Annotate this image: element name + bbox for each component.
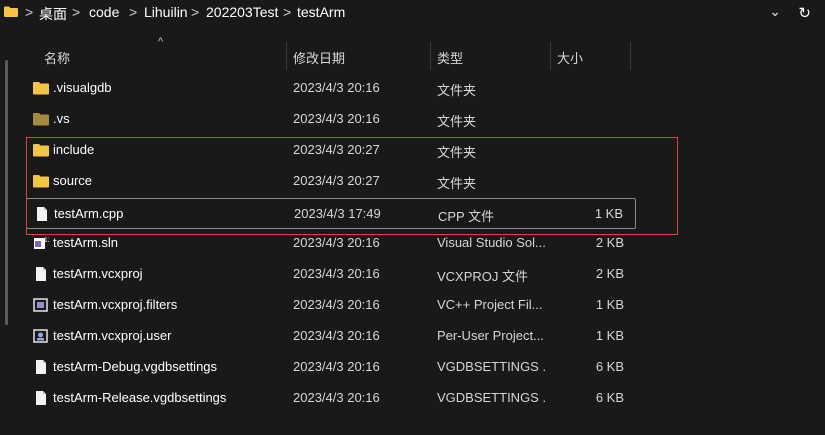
file-icon [36, 360, 46, 374]
file-name: testArm.vcxproj.user [53, 328, 172, 343]
file-icon [36, 267, 46, 281]
file-modified: 2023/4/3 20:16 [293, 235, 380, 250]
chevron-down-icon[interactable]: ⌄ [769, 3, 781, 20]
file-modified: 2023/4/3 20:16 [293, 390, 380, 405]
file-modified: 2023/4/3 20:16 [293, 80, 380, 95]
filters-file-icon [33, 298, 48, 312]
file-name: .visualgdb [53, 80, 112, 95]
folder-icon [33, 175, 49, 188]
file-icon [36, 391, 46, 405]
file-name: testArm.sln [53, 235, 119, 250]
file-name: testArm-Release.vgdbsettings [53, 390, 227, 405]
breadcrumb-item-code[interactable]: code [89, 4, 119, 20]
file-modified: 2023/4/3 20:16 [293, 328, 380, 343]
file-row[interactable]: testArm.cpp 2023/4/3 17:49 CPP 文件 1 KB [26, 198, 636, 229]
breadcrumb-separator: > [25, 4, 34, 20]
file-row[interactable]: source 2023/4/3 20:27 文件夹 [26, 166, 636, 197]
file-row[interactable]: testArm.vcxproj.user 2023/4/3 20:16 Per-… [26, 321, 636, 352]
file-name: testArm-Debug.vgdbsettings [53, 359, 218, 374]
file-type: 文件夹 [437, 114, 477, 129]
file-name: testArm.cpp [54, 206, 124, 221]
file-type: 文件夹 [437, 145, 477, 160]
file-icon [37, 207, 47, 221]
file-modified: 2023/4/3 20:16 [293, 111, 380, 126]
column-header-type[interactable]: 类型 [431, 42, 549, 70]
file-row[interactable]: testArm-Debug.vgdbsettings 2023/4/3 20:1… [26, 352, 636, 383]
file-type: 文件夹 [437, 83, 477, 98]
user-file-icon [33, 329, 48, 343]
file-name: testArm.vcxproj [53, 266, 143, 281]
file-type: VGDBSETTINGS ... [437, 359, 545, 374]
file-row[interactable]: .visualgdb 2023/4/3 20:16 文件夹 [26, 73, 636, 104]
file-modified: 2023/4/3 20:16 [293, 266, 380, 281]
file-row[interactable]: testArm.vcxproj.filters 2023/4/3 20:16 V… [26, 290, 636, 321]
file-row[interactable]: 12 testArm.sln 2023/4/3 20:16 Visual Stu… [26, 228, 636, 259]
file-name: testArm.vcxproj.filters [53, 297, 178, 312]
breadcrumb-separator: > [191, 4, 200, 20]
breadcrumb-item-testarm[interactable]: testArm [297, 4, 345, 20]
folder-icon [33, 82, 49, 95]
file-size: 1 KB [595, 297, 624, 312]
file-modified: 2023/4/3 20:16 [293, 297, 380, 312]
refresh-icon[interactable]: ↻ [798, 4, 811, 22]
file-row[interactable]: testArm.vcxproj 2023/4/3 20:16 VCXPROJ 文… [26, 259, 636, 290]
file-modified: 2023/4/3 17:49 [294, 206, 381, 221]
file-modified: 2023/4/3 20:27 [293, 142, 380, 157]
column-divider[interactable] [630, 42, 631, 70]
folder-icon [4, 6, 18, 17]
address-bar[interactable]: > 桌面 > code > Lihuilin > 202203Test > te… [0, 0, 825, 27]
file-row[interactable]: testArm-Release.vgdbsettings 2023/4/3 20… [26, 383, 636, 414]
file-size: 6 KB [595, 359, 624, 374]
breadcrumb-item-lihuilin[interactable]: Lihuilin [144, 4, 188, 20]
file-name: include [53, 142, 95, 157]
file-type: 文件夹 [437, 176, 477, 191]
file-name: source [53, 173, 93, 188]
file-type: Per-User Project... [437, 328, 544, 343]
file-name: .vs [53, 111, 70, 126]
file-type: Visual Studio Sol... [437, 235, 545, 250]
column-header-size[interactable]: 大小 [551, 42, 629, 70]
scrollbar[interactable] [5, 60, 8, 325]
sln-file-icon: 12 [34, 237, 49, 249]
svg-text:12: 12 [44, 237, 49, 244]
column-header-name[interactable]: 名称 [38, 42, 286, 70]
breadcrumb-item-202203test[interactable]: 202203Test [206, 4, 278, 20]
file-type: VGDBSETTINGS ... [437, 390, 545, 405]
breadcrumb-separator: > [129, 4, 138, 20]
file-row[interactable]: .vs 2023/4/3 20:16 文件夹 [26, 104, 636, 135]
file-type: VC++ Project Fil... [437, 297, 543, 312]
folder-icon [33, 113, 49, 126]
file-modified: 2023/4/3 20:16 [293, 359, 380, 374]
folder-icon [33, 144, 49, 157]
column-header-modified[interactable]: 修改日期 [287, 42, 429, 70]
breadcrumb-separator: > [283, 4, 292, 20]
file-size: 1 KB [594, 206, 623, 221]
file-type: VCXPROJ 文件 [437, 269, 529, 284]
file-modified: 2023/4/3 20:27 [293, 173, 380, 188]
file-size: 2 KB [595, 235, 624, 250]
file-size: 1 KB [595, 328, 624, 343]
file-size: 2 KB [595, 266, 624, 281]
file-row[interactable]: include 2023/4/3 20:27 文件夹 [26, 135, 636, 166]
breadcrumb-item-desktop[interactable]: 桌面 [39, 4, 67, 24]
breadcrumb-separator: > [72, 4, 81, 20]
file-size: 6 KB [595, 390, 624, 405]
file-type: CPP 文件 [438, 209, 495, 224]
